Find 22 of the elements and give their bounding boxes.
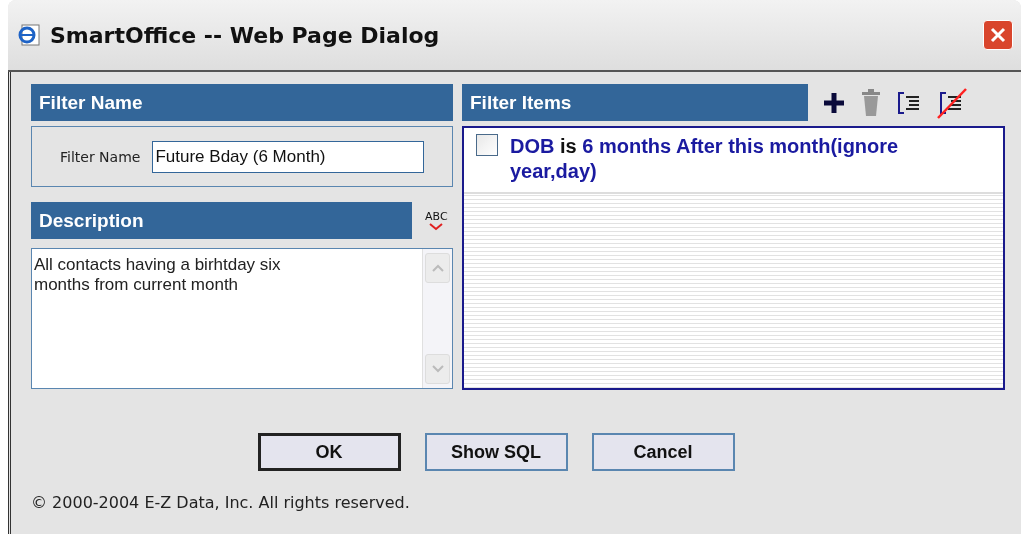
dialog-button[interactable]: Show SQL (424, 433, 568, 471)
window-title: SmartOffice -- Web Page Dialog (50, 22, 441, 48)
clear-list-icon[interactable] (936, 86, 968, 119)
section-header: Filter Name (31, 84, 453, 121)
checkbox[interactable] (476, 134, 498, 156)
filter-item-text: DOB is 6 months After this month(ignore year,day) (510, 134, 900, 184)
checkmark-icon (428, 221, 445, 231)
section-header: Description (31, 202, 412, 239)
field-label: Filter Name (60, 148, 141, 165)
section-header: Filter Items (462, 84, 808, 121)
spellcheck-button[interactable]: ABC (419, 210, 453, 231)
browser-icon (18, 23, 42, 47)
dialog-button[interactable]: OK (257, 433, 401, 471)
close-button[interactable] (983, 20, 1013, 50)
dialog-button[interactable]: Cancel (591, 433, 735, 471)
trash-icon[interactable] (860, 88, 882, 117)
copyright-text: © 2000-2004 E-Z Data, Inc. All rights reserved. (31, 493, 411, 512)
filter-name-field[interactable]: Future Bday (6 Month) (152, 140, 425, 173)
list-icon[interactable] (896, 89, 922, 116)
close-icon (989, 26, 1007, 44)
add-icon[interactable] (822, 90, 846, 115)
scrollbar[interactable] (422, 249, 452, 388)
